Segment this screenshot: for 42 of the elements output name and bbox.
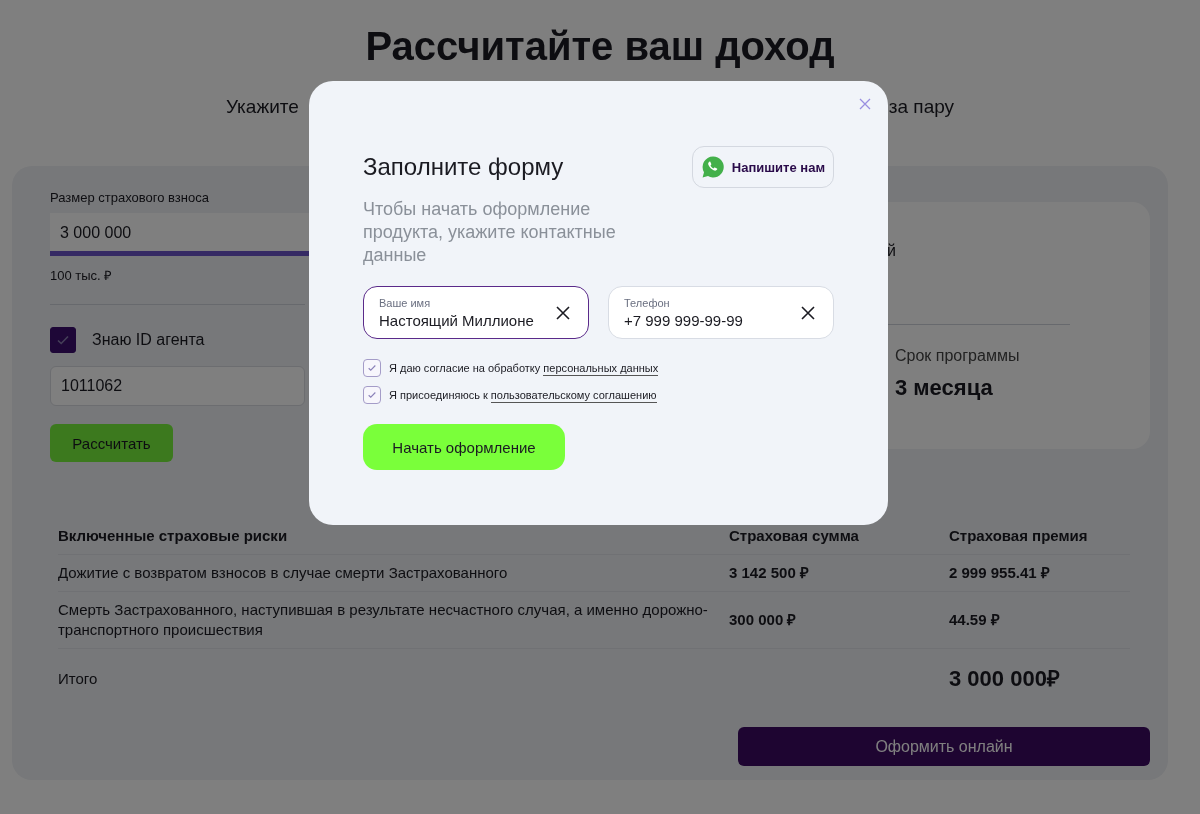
checkmark-icon: [367, 363, 377, 373]
table-cell-text: Дожитие с возвратом взносов в случае смерти Застрахованного: [58, 563, 509, 583]
consent-checkbox[interactable]: [363, 386, 381, 404]
text-field[interactable]: Телефон +7 999 999-99-99: [608, 286, 834, 339]
consent-checkbox[interactable]: [363, 359, 381, 377]
field-label: Размер страхового взноса: [50, 190, 210, 205]
checkmark-icon: [367, 390, 377, 400]
calculate-button[interactable]: Рассчитать: [50, 424, 173, 462]
term-value: 3 месяца: [895, 375, 994, 401]
column-header: Страховая сумма: [729, 526, 860, 546]
table-cell-text: 2 999 955.41 ₽: [949, 563, 1051, 583]
modal-title: Заполните форму: [363, 153, 564, 181]
total-label: Итого: [58, 669, 99, 689]
result-text: й: [887, 242, 897, 261]
consent-text: Я даю согласие на обработку персональных данных: [389, 362, 659, 374]
term-label: Срок программы: [895, 347, 1021, 365]
close-icon[interactable]: [859, 98, 871, 110]
agent-checkbox[interactable]: [50, 327, 76, 353]
min-label: 100 тыс. ₽: [50, 267, 114, 284]
agent-id-field[interactable]: 1011062: [50, 366, 305, 406]
text-field[interactable]: Ваше имя Настоящий Миллионе: [363, 286, 589, 339]
modal-description: Чтобы начать оформление продукта, укажите контактные данные: [363, 198, 617, 267]
table-cell-text: 3 142 500 ₽: [729, 563, 810, 583]
contact-button[interactable]: Напишите нам: [691, 146, 834, 188]
table-cell-text: 44.59 ₽: [949, 610, 1001, 630]
table-cell-text: 300 000 ₽: [729, 610, 798, 630]
column-header: Включенные страховые риски: [58, 526, 289, 546]
checkbox-label: Знаю ID агента: [92, 331, 205, 349]
total-value: 3 000 000₽: [949, 669, 1061, 689]
consent-link[interactable]: персональных данных: [543, 362, 659, 376]
subtitle-text: Укажите: [225, 96, 299, 118]
clear-icon[interactable]: [556, 305, 570, 320]
table-cell-text: Смерть Застрахованного, наступившая в результате несчастного случая, а именно дорожно-транспортного происшествия: [58, 600, 709, 640]
subtitle-text: за пару: [888, 96, 955, 118]
consent-text: Я присоединяюсь к пользовательскому соглашению: [389, 389, 657, 401]
column-header: Страховая премия: [949, 526, 1089, 546]
page-title: Рассчитайте ваш доход: [364, 23, 836, 70]
chat-phone-icon: [700, 155, 725, 179]
apply-online-button[interactable]: Оформить онлайн: [738, 727, 1150, 766]
clear-icon[interactable]: [801, 305, 815, 320]
consent-link[interactable]: пользовательскому соглашению: [490, 389, 657, 403]
start-button[interactable]: Начать оформление: [363, 424, 565, 470]
